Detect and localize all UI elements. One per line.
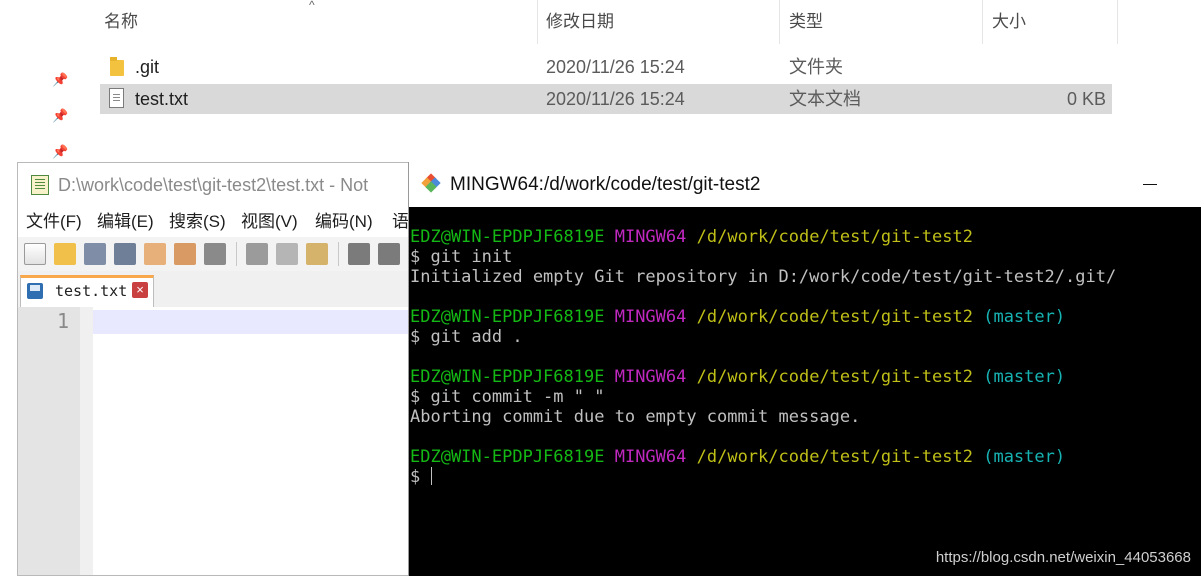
notepad-title: D:\work\code\test\git-test2\test.txt - N… <box>58 175 369 195</box>
menu-edit[interactable]: 编辑(E) <box>97 207 154 237</box>
column-divider[interactable] <box>779 0 780 44</box>
column-divider[interactable] <box>982 0 983 44</box>
file-explorer: 📌 📌 📌 ^ 名称 修改日期 类型 大小 .git 2020/11/26 15… <box>0 0 1201 165</box>
menu-view[interactable]: 视图(V) <box>241 207 298 237</box>
toolbar-separator <box>236 242 237 266</box>
menu-file[interactable]: 文件(F) <box>26 207 82 237</box>
folder-icon <box>110 57 124 76</box>
file-row-selected[interactable]: test.txt 2020/11/26 15:24 文本文档 0 KB <box>100 84 1112 114</box>
column-header-size[interactable]: 大小 <box>992 0 1026 44</box>
terminal-title: MINGW64:/d/work/code/test/git-test2 <box>450 174 761 195</box>
tab-test-txt[interactable]: test.txt × <box>20 275 154 307</box>
mingw64-terminal-window: MINGW64:/d/work/code/test/git-test2 EDZ@… <box>408 162 1201 576</box>
column-header-modified[interactable]: 修改日期 <box>546 0 614 44</box>
notepad-menubar: 文件(F) 编辑(E) 搜索(S) 视图(V) 编码(N) 语 <box>18 207 416 237</box>
column-header-name[interactable]: 名称 <box>104 0 138 44</box>
tab-label: test.txt <box>55 282 128 300</box>
current-line-highlight <box>93 310 416 334</box>
output-line: Initialized empty Git repository in D:/w… <box>410 267 1117 287</box>
editor-area[interactable]: 1 <box>18 307 416 575</box>
column-divider[interactable] <box>1117 0 1118 44</box>
prompt-line: EDZ@WIN-EPDPJF6819E MINGW64 /d/work/code… <box>410 227 973 247</box>
close-file-icon[interactable] <box>144 243 166 265</box>
pin-icon[interactable]: 📌 <box>52 72 68 88</box>
notepad-tabbar: test.txt × <box>18 271 416 307</box>
copy-icon[interactable] <box>276 243 298 265</box>
notepad-titlebar[interactable]: D:\work\code\test\git-test2\test.txt - N… <box>18 163 416 207</box>
text-file-icon <box>109 88 124 108</box>
fold-margin <box>80 307 93 575</box>
close-all-icon[interactable] <box>174 243 196 265</box>
prompt-line: EDZ@WIN-EPDPJF6819E MINGW64 /d/work/code… <box>410 447 1066 467</box>
pin-icon[interactable]: 📌 <box>52 108 68 124</box>
prompt-line: EDZ@WIN-EPDPJF6819E MINGW64 /d/work/code… <box>410 307 1066 327</box>
file-modified: 2020/11/26 15:24 <box>546 57 685 77</box>
git-bash-icon <box>421 173 441 193</box>
menu-language[interactable]: 语 <box>392 207 409 237</box>
sort-ascending-icon: ^ <box>309 0 315 12</box>
column-header-type[interactable]: 类型 <box>789 0 823 44</box>
menu-search[interactable]: 搜索(S) <box>169 207 226 237</box>
output-line: Aborting commit due to empty commit mess… <box>410 407 861 427</box>
file-type: 文本文档 <box>789 89 861 109</box>
paste-icon[interactable] <box>306 243 328 265</box>
toolbar-separator <box>338 242 339 266</box>
undo-icon[interactable] <box>348 243 370 265</box>
column-divider[interactable] <box>537 0 538 44</box>
menu-encoding[interactable]: 编码(N) <box>315 207 373 237</box>
watermark: https://blog.csdn.net/weixin_44053668 <box>935 549 1191 566</box>
command-line: $ git add . <box>410 327 523 347</box>
file-size: 0 KB <box>1066 89 1106 109</box>
file-type: 文件夹 <box>789 57 843 77</box>
notepad-app-icon <box>31 175 49 195</box>
prompt-line: EDZ@WIN-EPDPJF6819E MINGW64 /d/work/code… <box>410 367 1066 387</box>
line-number: 1 <box>56 309 69 333</box>
quick-access-pane: 📌 📌 📌 <box>0 0 75 165</box>
save-all-icon[interactable] <box>114 243 136 265</box>
file-name: test.txt <box>135 89 189 109</box>
text-cursor <box>431 467 433 485</box>
minimize-icon[interactable] <box>1143 184 1157 185</box>
print-icon[interactable] <box>204 243 226 265</box>
new-file-icon[interactable] <box>24 243 46 265</box>
pin-icon[interactable]: 📌 <box>52 144 68 160</box>
notepad-plus-plus-window: D:\work\code\test\git-test2\test.txt - N… <box>17 162 417 576</box>
file-row[interactable]: .git 2020/11/26 15:24 文件夹 <box>100 52 1112 82</box>
cut-icon[interactable] <box>246 243 268 265</box>
terminal-titlebar[interactable]: MINGW64:/d/work/code/test/git-test2 <box>409 162 1201 207</box>
command-line: $ git init <box>410 247 513 267</box>
input-line[interactable]: $ <box>410 467 433 487</box>
command-line: $ git commit -m " " <box>410 387 605 407</box>
file-name: .git <box>135 57 160 77</box>
saved-file-icon <box>27 283 43 299</box>
file-modified: 2020/11/26 15:24 <box>546 89 685 109</box>
open-file-icon[interactable] <box>54 243 76 265</box>
redo-icon[interactable] <box>378 243 400 265</box>
notepad-toolbar <box>18 237 416 272</box>
save-icon[interactable] <box>84 243 106 265</box>
close-tab-icon[interactable]: × <box>132 282 148 298</box>
terminal-screen[interactable]: EDZ@WIN-EPDPJF6819E MINGW64 /d/work/code… <box>409 207 1201 576</box>
